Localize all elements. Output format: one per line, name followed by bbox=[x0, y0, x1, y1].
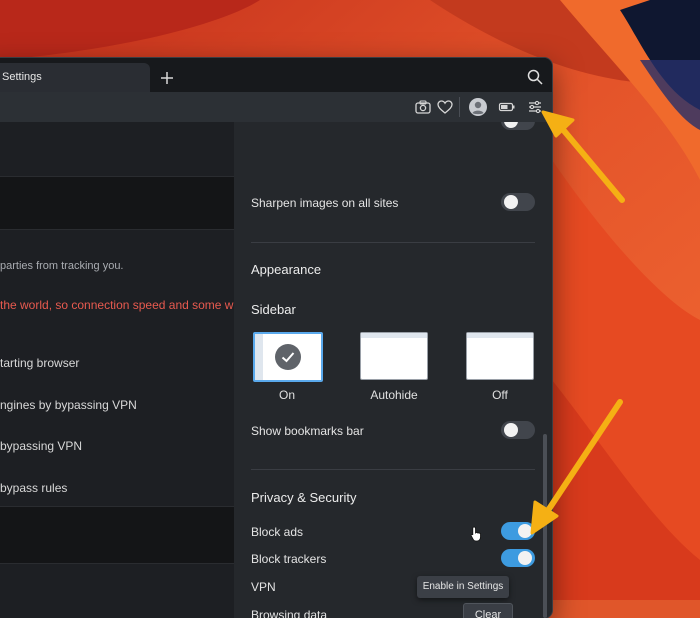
toggle-knob bbox=[504, 423, 518, 437]
selected-check bbox=[275, 344, 301, 370]
show-bookmarks-label: Show bookmarks bar bbox=[251, 424, 364, 438]
avatar bbox=[469, 98, 487, 116]
block-trackers-toggle[interactable] bbox=[501, 549, 535, 567]
tab-settings[interactable]: Settings bbox=[0, 63, 150, 92]
tab-search-button[interactable] bbox=[526, 68, 544, 86]
settings-option-label: bypassing VPN bbox=[0, 439, 83, 453]
sidebar-heading: Sidebar bbox=[251, 302, 296, 317]
search-icon bbox=[527, 69, 543, 85]
checkmark-icon bbox=[281, 352, 295, 363]
vpn-label: VPN bbox=[251, 580, 276, 594]
settings-page: parties from tracking you. the world, so… bbox=[0, 122, 240, 618]
toggle-knob bbox=[518, 551, 532, 565]
sidebar-option-label: Off bbox=[492, 388, 508, 402]
settings-option-label: ngines by bypassing VPN bbox=[0, 398, 137, 412]
heart-icon bbox=[437, 100, 453, 114]
toggle-knob bbox=[518, 524, 532, 538]
vpn-warning-text: the world, so connection speed and some … bbox=[0, 298, 241, 312]
settings-option-label: tarting browser bbox=[0, 356, 80, 370]
block-ads-toggle[interactable] bbox=[501, 522, 535, 540]
capture-button[interactable] bbox=[414, 98, 432, 116]
appearance-heading: Appearance bbox=[251, 262, 322, 277]
sidebar-option-label: Autohide bbox=[370, 388, 418, 402]
tab-title: Settings bbox=[2, 71, 42, 83]
toolbar bbox=[0, 92, 552, 123]
camera-icon bbox=[415, 100, 431, 114]
settings-section-block bbox=[0, 176, 234, 230]
toolbar-separator bbox=[459, 97, 460, 117]
new-tab-button[interactable] bbox=[156, 67, 178, 89]
block-ads-label: Block ads bbox=[251, 525, 304, 539]
bookmarks-heart-button[interactable] bbox=[436, 98, 454, 116]
settings-option-label: bypass rules bbox=[0, 481, 68, 495]
block-trackers-label: Block trackers bbox=[251, 552, 327, 566]
sidebar-off-option[interactable] bbox=[466, 332, 534, 380]
settings-section-block bbox=[0, 506, 234, 564]
tracking-description: parties from tracking you. bbox=[0, 260, 124, 272]
hand-cursor-icon bbox=[470, 526, 481, 542]
clear-browsing-data-button[interactable]: Clear bbox=[463, 603, 513, 618]
tab-bar: Settings bbox=[0, 58, 552, 92]
battery-icon bbox=[498, 102, 515, 112]
sidebar-on-option[interactable] bbox=[253, 332, 323, 382]
browsing-data-label: Browsing data bbox=[251, 608, 328, 618]
quick-settings-button[interactable] bbox=[526, 98, 544, 116]
preview-bar bbox=[361, 333, 427, 338]
preview-bar bbox=[467, 333, 533, 338]
plus-icon bbox=[161, 72, 173, 84]
sidebar-preview-strip bbox=[255, 334, 263, 380]
hidden-toggle[interactable] bbox=[501, 122, 535, 130]
panel-scrollbar[interactable] bbox=[543, 434, 547, 618]
quick-settings-icon bbox=[529, 100, 541, 114]
section-divider bbox=[251, 469, 535, 470]
section-divider bbox=[251, 242, 535, 243]
sidebar-option-label: On bbox=[278, 388, 295, 402]
toggle-knob bbox=[504, 122, 518, 128]
vpn-enable-tooltip[interactable]: Enable in Settings bbox=[417, 576, 509, 598]
battery-saver-button[interactable] bbox=[498, 98, 516, 116]
sharpen-images-label: Sharpen images on all sites bbox=[251, 196, 399, 210]
sidebar-autohide-option[interactable] bbox=[360, 332, 428, 380]
sharpen-images-toggle[interactable] bbox=[501, 193, 535, 211]
profile-button[interactable] bbox=[468, 97, 488, 117]
quick-settings-panel: Sharpen images on all sites Appearance S… bbox=[234, 122, 552, 618]
toggle-knob bbox=[504, 195, 518, 209]
show-bookmarks-toggle[interactable] bbox=[501, 421, 535, 439]
privacy-security-heading: Privacy & Security bbox=[251, 490, 357, 505]
